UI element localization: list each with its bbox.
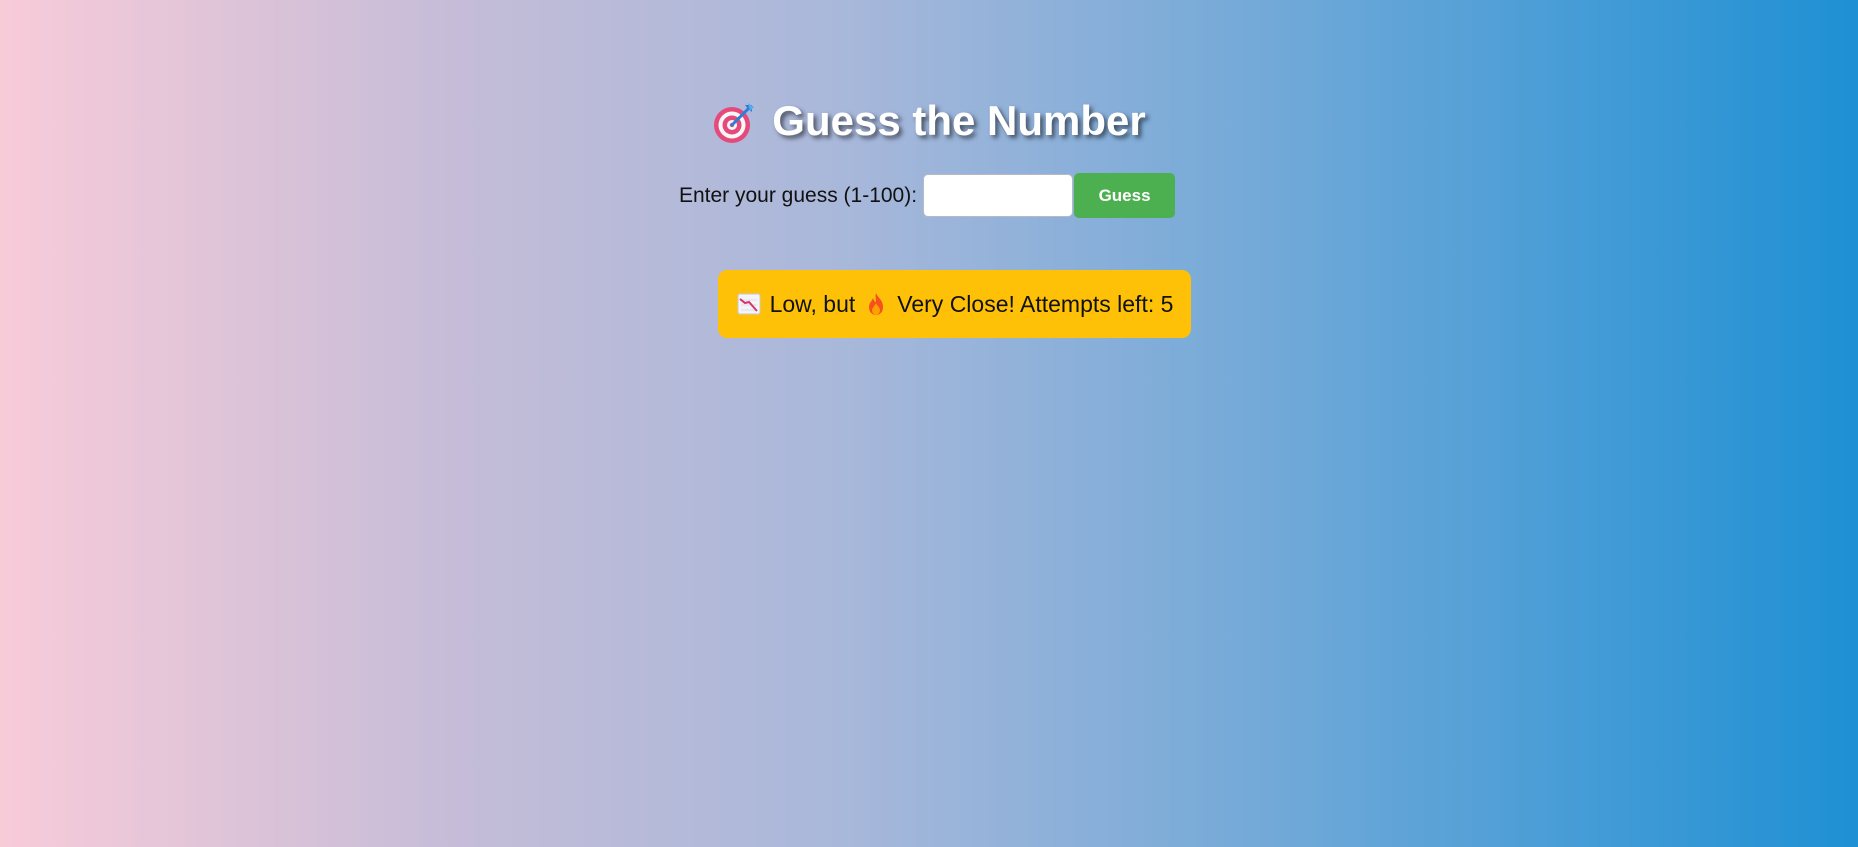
- fire-icon: [863, 291, 889, 317]
- guess-form: Enter your guess (1-100): Guess: [0, 173, 1856, 218]
- target-icon: [712, 101, 756, 145]
- feedback-direction-text: Low, but: [769, 290, 856, 317]
- feedback-message: Low, but Very Close! Attempts left: 5: [718, 270, 1191, 338]
- guess-button[interactable]: Guess: [1074, 173, 1176, 218]
- guess-input[interactable]: [923, 174, 1074, 217]
- guess-label: Enter your guess (1-100):: [678, 183, 918, 207]
- page-title: Guess the Number: [0, 96, 1858, 146]
- page-title-text: Guess the Number: [772, 97, 1146, 144]
- chart-decreasing-icon: [736, 291, 762, 317]
- feedback-message-text: Very Close! Attempts left: 5: [897, 290, 1174, 317]
